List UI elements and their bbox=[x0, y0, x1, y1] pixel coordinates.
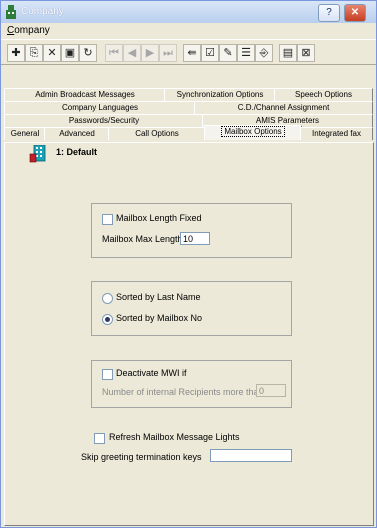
previous-record-icon[interactable]: ◀ bbox=[123, 44, 141, 62]
tab-call-options[interactable]: Call Options bbox=[108, 127, 206, 140]
internal-recipients-input[interactable]: 0 bbox=[256, 384, 286, 397]
building-icon bbox=[29, 145, 46, 163]
tab-speech-options[interactable]: Speech Options bbox=[274, 88, 373, 101]
tab-label: Passwords/Security bbox=[68, 116, 140, 125]
menu-company[interactable]: Company bbox=[7, 25, 50, 36]
tab-label: Admin Broadcast Messages bbox=[35, 90, 135, 99]
tab-label: Company Languages bbox=[61, 103, 139, 112]
tab-mailbox-options[interactable]: Mailbox Options bbox=[204, 125, 302, 140]
sorted-by-mailbox-no-radio[interactable] bbox=[102, 314, 113, 325]
skip-greeting-keys-input[interactable] bbox=[210, 449, 292, 462]
last-record-icon[interactable]: ⏭ bbox=[159, 44, 177, 62]
menu-bar: Company bbox=[1, 23, 376, 39]
deactivate-mwi-checkbox[interactable] bbox=[102, 369, 113, 380]
tab-label: C.D./Channel Assignment bbox=[237, 103, 330, 112]
tab-integrated-fax[interactable]: Integrated fax bbox=[300, 127, 373, 140]
add-icon[interactable]: ✚ bbox=[7, 44, 25, 62]
tab-label: General bbox=[10, 129, 40, 138]
sorted-by-mailbox-no-label: Sorted by Mailbox No bbox=[116, 313, 203, 323]
sorted-by-last-name-label: Sorted by Last Name bbox=[116, 292, 201, 302]
first-record-icon[interactable]: ⏮ bbox=[105, 44, 123, 62]
tab-label: Synchronization Options bbox=[176, 90, 264, 99]
exit-icon[interactable]: ⊠ bbox=[297, 44, 315, 62]
copy-icon[interactable]: ⎘ bbox=[25, 44, 43, 62]
checklist-icon[interactable]: ☑ bbox=[201, 44, 219, 62]
save-icon[interactable]: ▣ bbox=[61, 44, 79, 62]
find-icon[interactable]: ⇚ bbox=[183, 44, 201, 62]
internal-recipients-label: Number of internal Recipients more than bbox=[102, 387, 264, 397]
tab-label: AMIS Parameters bbox=[255, 116, 320, 125]
company-app-icon bbox=[6, 5, 16, 19]
refresh-mailbox-lights-checkbox[interactable] bbox=[94, 433, 105, 444]
title-bar[interactable]: Company ? ✕ bbox=[1, 1, 376, 23]
mailbox-length-fixed-checkbox[interactable] bbox=[102, 214, 113, 225]
menu-company-label: ompany bbox=[14, 25, 50, 36]
toolbar: ✚ ⎘ ✕ ▣ ↻ ⏮ ◀ ▶ ⏭ ⇚ ☑ ✎ ☰ ⎆ ▤ ⊠ bbox=[1, 39, 376, 65]
refresh-mailbox-lights-label: Refresh Mailbox Message Lights bbox=[109, 432, 240, 442]
mailbox-max-length-input[interactable]: 10 bbox=[180, 232, 210, 245]
tab-label: Advanced bbox=[59, 129, 95, 138]
company-window: Company ? ✕ Company ✚ ⎘ ✕ ▣ ↻ ⏮ ◀ ▶ ⏭ ⇚ … bbox=[0, 0, 377, 528]
refresh-icon[interactable]: ↻ bbox=[79, 44, 97, 62]
properties-icon[interactable]: ☰ bbox=[237, 44, 255, 62]
deactivate-mwi-label: Deactivate MWI if bbox=[116, 368, 187, 378]
tab-label: Integrated fax bbox=[312, 129, 361, 138]
help-button[interactable]: ? bbox=[318, 4, 340, 22]
skip-greeting-keys-label: Skip greeting termination keys bbox=[81, 452, 202, 462]
import-icon[interactable]: ⎆ bbox=[255, 44, 273, 62]
tab-advanced[interactable]: Advanced bbox=[44, 127, 110, 140]
report-icon[interactable]: ▤ bbox=[279, 44, 297, 62]
tab-general[interactable]: General bbox=[4, 127, 46, 140]
sort-order-group bbox=[91, 281, 292, 336]
tab-synchronization-options[interactable]: Synchronization Options bbox=[164, 88, 276, 101]
window-title: Company bbox=[21, 6, 64, 17]
mailbox-max-length-label: Mailbox Max Length bbox=[102, 234, 183, 244]
tab-company-languages[interactable]: Company Languages bbox=[4, 101, 196, 114]
delete-icon[interactable]: ✕ bbox=[43, 44, 61, 62]
tab-cd-channel-assignment[interactable]: C.D./Channel Assignment bbox=[194, 101, 373, 114]
mailbox-length-group bbox=[91, 203, 292, 258]
tab-label: Mailbox Options bbox=[221, 126, 285, 137]
mailbox-length-fixed-label: Mailbox Length Fixed bbox=[116, 213, 202, 223]
tab-passwords-security[interactable]: Passwords/Security bbox=[4, 114, 204, 127]
tab-label: Call Options bbox=[135, 129, 179, 138]
record-label: 1: Default bbox=[56, 147, 98, 157]
tab-strip: Admin Broadcast Messages Synchronization… bbox=[4, 65, 373, 145]
sorted-by-last-name-radio[interactable] bbox=[102, 293, 113, 304]
edit-icon[interactable]: ✎ bbox=[219, 44, 237, 62]
tab-admin-broadcast-messages[interactable]: Admin Broadcast Messages bbox=[4, 88, 166, 101]
close-button[interactable]: ✕ bbox=[344, 4, 366, 22]
tab-label: Speech Options bbox=[295, 90, 352, 99]
next-record-icon[interactable]: ▶ bbox=[141, 44, 159, 62]
